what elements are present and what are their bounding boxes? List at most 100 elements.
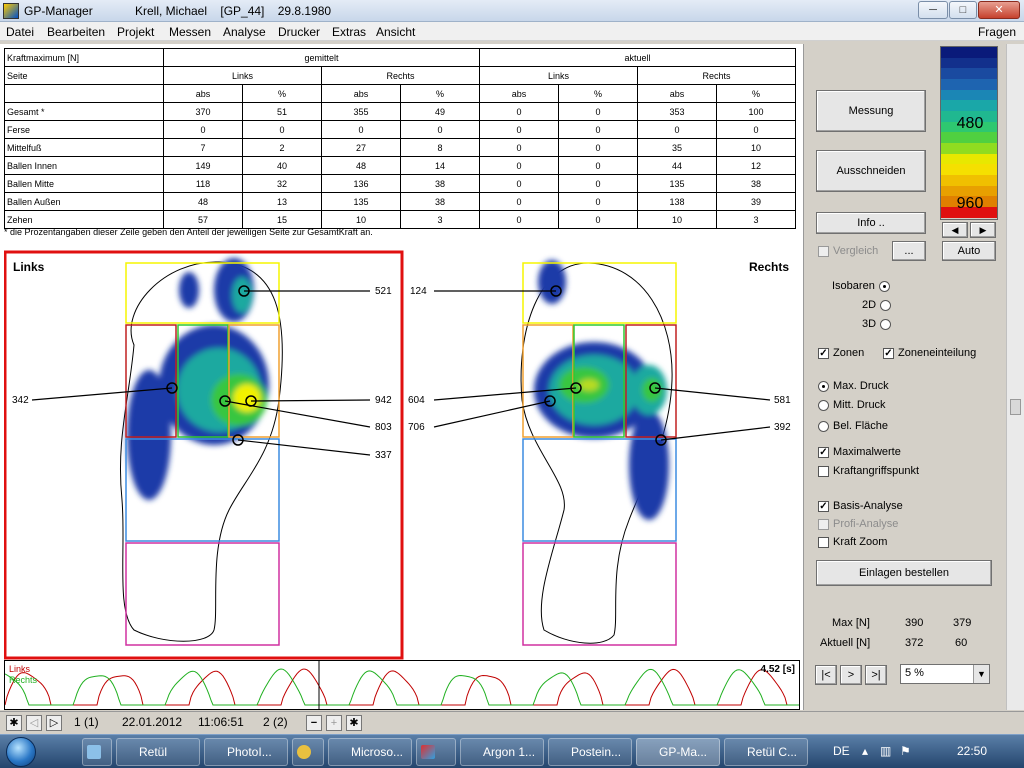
next-icon[interactable]: ▷ [46,715,62,731]
aktuell-label: Aktuell [N] [820,637,871,649]
bel-flaeche-radio[interactable] [818,420,829,432]
maximalwerte-option[interactable]: ✓ Maximalwerte [818,446,901,458]
profi-analyse-label: Profi-Analyse [833,518,899,530]
view-3d-label: 3D [862,318,877,330]
view-3d-radio[interactable] [880,318,892,330]
vergleich-checkbox[interactable] [818,245,829,257]
max-druck-radio[interactable] [818,380,829,392]
taskbar-item-gp-manager[interactable]: GP-Ma... [636,738,720,766]
zoneneinteilung-checkbox[interactable]: ✓ [883,347,894,359]
taskbar-item-retul[interactable]: Retül [116,738,200,766]
mitt-druck-option[interactable]: Mitt. Druck [818,399,886,411]
table-cell: 38 [400,174,480,193]
flag-icon[interactable]: ⚑ [900,744,911,758]
scale-left-button[interactable]: ◀ [942,222,968,238]
nav-first-button[interactable]: |< [815,665,837,685]
table-cell: 118 [163,174,243,193]
table-cell: 12 [716,156,796,175]
plus-button[interactable]: + [326,715,342,731]
info-button[interactable]: Info .. [816,212,926,234]
new-measurement-icon[interactable]: ✱ [6,715,22,731]
ausschneiden-button[interactable]: Ausschneiden [816,150,926,192]
network-icon[interactable]: ▥ [880,744,891,758]
taskbar-item-postein[interactable]: Postein... [548,738,632,766]
isobaren-radio[interactable] [878,280,890,292]
bel-flaeche-option[interactable]: Bel. Fläche [818,420,888,432]
nav-last-button[interactable]: >| [865,665,887,685]
control-panel: 480 960 ◀ ▶ Auto Messung Ausschneiden In… [805,44,1005,710]
table-cell: 0 [637,120,717,139]
menu-ansicht[interactable]: Ansicht [376,25,415,39]
curve-rechts [5,668,799,706]
zoneneinteilung-option[interactable]: ✓ Zoneneinteilung [883,347,976,359]
taskbar-item-photo[interactable]: PhotoI... [204,738,288,766]
menu-projekt[interactable]: Projekt [117,25,154,39]
tray-chevron-icon[interactable]: ▴ [862,744,868,758]
language-indicator[interactable]: DE [833,744,850,758]
scale-right-button[interactable]: ▶ [970,222,996,238]
maximize-button[interactable]: □ [949,1,977,19]
einlagen-bestellen-button[interactable]: Einlagen bestellen [816,560,992,586]
prev-icon[interactable]: ◁ [26,715,42,731]
menu-messen[interactable]: Messen [169,25,211,39]
max-left-value: 390 [905,617,924,629]
view-2d-radio[interactable] [880,299,892,311]
taskbar-item-microsoft[interactable]: Microso... [328,738,412,766]
menu-extras[interactable]: Extras [332,25,366,39]
table-row-label: Ballen Außen [4,192,164,211]
table-cell: 49 [400,102,480,121]
mitt-druck-radio[interactable] [818,399,829,411]
nav-next-button[interactable]: > [840,665,862,685]
taskbar-item-media[interactable] [292,738,324,766]
force-signal-strip[interactable]: Links Rechts 4.52 [s] [4,660,800,710]
settings-icon[interactable]: ✱ [346,715,362,731]
table-header-cell [4,84,164,103]
vergleich-more-button[interactable]: ... [892,241,926,261]
minus-button[interactable]: − [306,715,322,731]
profi-analyse-checkbox[interactable] [818,518,829,530]
view-3d-option[interactable]: 3D [862,318,892,330]
vergleich-label: Vergleich [833,245,879,257]
basis-analyse-checkbox[interactable]: ✓ [818,500,829,512]
table-header-cell: gemittelt [163,48,480,67]
kraftangriffspunkt-option[interactable]: Kraftangriffspunkt [818,465,919,477]
minimize-button[interactable]: ─ [918,1,948,19]
start-button[interactable] [6,737,36,767]
vergleich-option[interactable]: Vergleich [818,245,878,257]
menu-fragen[interactable]: Fragen [978,25,1016,39]
profi-analyse-option[interactable]: Profi-Analyse [818,518,898,530]
media-icon [297,745,311,759]
table-row: Ballen Innen 149 40 48 14 0 0 44 12 [4,156,796,175]
scrollbar-thumb[interactable] [1010,399,1021,415]
menu-bearbeiten[interactable]: Bearbeiten [47,25,105,39]
menu-drucker[interactable]: Drucker [278,25,320,39]
kraft-zoom-label: Kraft Zoom [833,536,888,548]
taskbar-item-app[interactable] [82,738,112,766]
taskbar-item-retul-c[interactable]: Retül C... [724,738,808,766]
table-cell: 0 [479,192,559,211]
table-cell: 48 [321,156,401,175]
auto-button[interactable]: Auto [942,241,996,261]
kraftangriffspunkt-checkbox[interactable] [818,465,829,477]
isobaren-option[interactable]: Isobaren [832,280,890,292]
taskbar-item-paint[interactable] [416,738,456,766]
zonen-option[interactable]: ✓ Zonen [818,347,864,359]
messung-button[interactable]: Messung [816,90,926,132]
view-2d-option[interactable]: 2D [862,299,892,311]
chevron-down-icon[interactable]: ▼ [973,665,989,683]
close-button[interactable]: ✕ [978,1,1020,19]
kraft-zoom-option[interactable]: Kraft Zoom [818,536,887,548]
view-2d-label: 2D [862,299,877,311]
max-druck-option[interactable]: Max. Druck [818,380,889,392]
menu-datei[interactable]: Datei [6,25,34,39]
zonen-checkbox[interactable]: ✓ [818,347,829,359]
maximalwerte-checkbox[interactable]: ✓ [818,446,829,458]
curve-links [5,668,799,706]
taskbar-item-argon[interactable]: Argon 1... [460,738,544,766]
percent-select[interactable]: 5 % ▼ [900,664,990,684]
kraft-zoom-checkbox[interactable] [818,536,829,548]
basis-analyse-option[interactable]: ✓ Basis-Analyse [818,500,903,512]
vertical-scrollbar[interactable] [1006,44,1024,710]
menu-analyse[interactable]: Analyse [223,25,266,39]
right-side-label: Rechts [749,260,790,274]
